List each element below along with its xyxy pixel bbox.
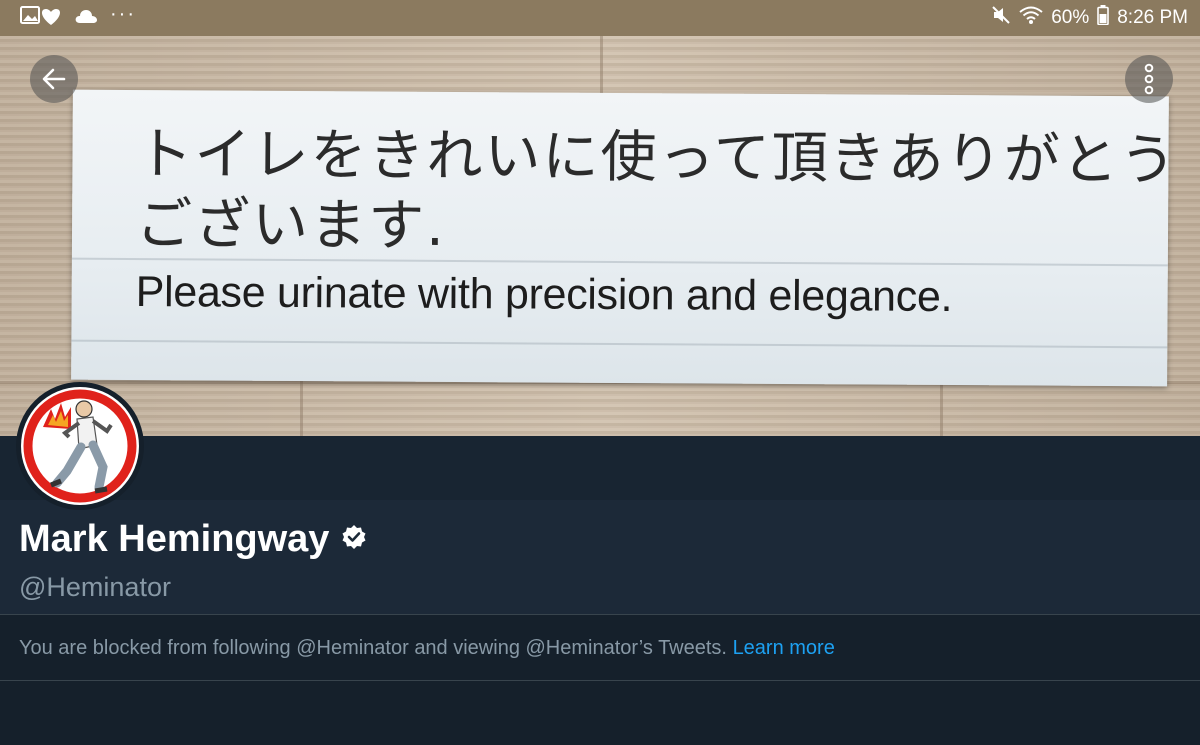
sign-text-japanese: トイレをきれいに使って頂きありがとう ございます. <box>135 120 1178 266</box>
wifi-icon <box>1019 5 1043 31</box>
blocked-message: You are blocked from following @Heminato… <box>19 637 727 659</box>
tile-grout <box>300 381 303 436</box>
sign-text-japanese-line2: ございます. <box>135 192 447 259</box>
more-options-button[interactable] <box>1125 55 1173 103</box>
back-button[interactable] <box>30 55 78 103</box>
profile-info: Mark Hemingway @Heminator <box>0 500 1200 615</box>
tile-grout <box>940 381 943 436</box>
cloud-notification-icon <box>74 8 98 29</box>
battery-percent: 60% <box>1051 7 1090 28</box>
divider <box>0 614 1200 615</box>
sign-text-english: Please urinate with precision and elegan… <box>135 268 953 322</box>
profile-header-band <box>0 436 1200 500</box>
sign-crease <box>71 339 1168 349</box>
avatar[interactable] <box>16 382 144 510</box>
battery-icon <box>1097 5 1110 31</box>
avatar-image <box>21 387 139 505</box>
clock: 8:26 PM <box>1117 7 1188 28</box>
learn-more-link[interactable]: Learn more <box>733 637 835 659</box>
more-notifications-indicator: ··· <box>110 2 136 25</box>
more-vertical-icon <box>1144 63 1154 95</box>
profile-handle: @Heminator <box>19 572 171 602</box>
blocked-notice: You are blocked from following @Heminato… <box>19 637 835 660</box>
status-bar: ··· 60% 8:26 PM <box>0 0 1200 36</box>
status-bar-notifications: ··· <box>20 2 136 32</box>
profile-name-row: Mark Hemingway <box>19 518 367 561</box>
mute-icon <box>991 5 1011 31</box>
verified-badge-icon <box>341 524 367 555</box>
divider <box>0 680 1200 681</box>
header-photo[interactable]: トイレをきれいに使って頂きありがとう ございます. Please urinate… <box>0 36 1200 436</box>
sign: トイレをきれいに使って頂きありがとう ございます. Please urinate… <box>71 89 1178 387</box>
arrow-left-icon <box>42 68 66 90</box>
gallery-notification-icon <box>20 5 62 32</box>
status-bar-system: 60% 8:26 PM <box>991 5 1188 31</box>
sign-text-japanese-line1: トイレをきれいに使って頂きありがとう <box>136 122 1178 194</box>
tile-grout <box>600 36 603 93</box>
profile-name: Mark Hemingway <box>19 518 330 560</box>
